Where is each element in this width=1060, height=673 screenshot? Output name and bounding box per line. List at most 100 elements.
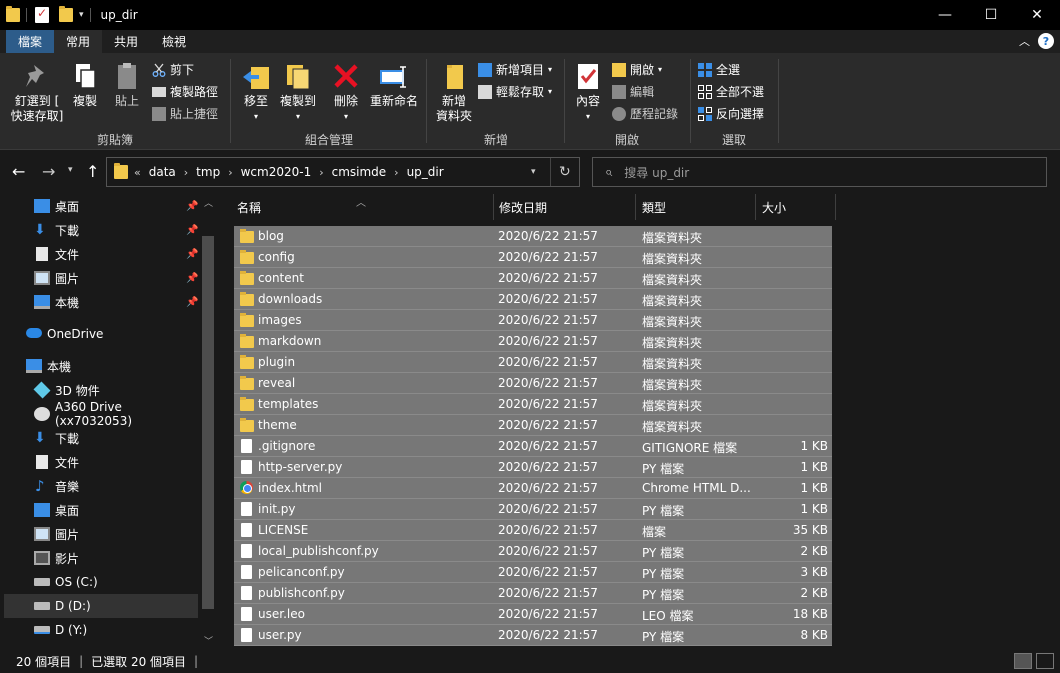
tab-view[interactable]: 檢視	[150, 30, 198, 53]
scroll-down-icon[interactable]: ﹀	[204, 634, 213, 647]
nav-item-this-pc-quick[interactable]: 本機 📌	[0, 290, 200, 314]
address-bar[interactable]: « data › tmp › wcm2020-1 › cmsimde › up_…	[106, 157, 580, 187]
breadcrumb-wcm2020-1[interactable]: wcm2020-1	[241, 165, 312, 179]
chevron-down-icon[interactable]: ▾	[531, 167, 536, 177]
file-row[interactable]: .gitignore 2020/6/22 21:57 GITIGNORE 檔案 1 K…	[234, 436, 832, 457]
file-row[interactable]: content 2020/6/22 21:57 檔案資料夾	[234, 268, 832, 289]
nav-item-y-drive[interactable]: D (Y:)	[0, 618, 200, 642]
nav-item-downloads-pc[interactable]: ⬇ 下載	[0, 426, 200, 450]
pin-icon[interactable]: 📌	[186, 201, 198, 212]
breadcrumb-separator[interactable]: ›	[394, 166, 398, 179]
pin-icon[interactable]: 📌	[186, 225, 198, 236]
chevron-up-icon[interactable]: ︿	[1019, 33, 1030, 49]
pin-icon[interactable]: 📌	[186, 249, 198, 260]
nav-item-os-c[interactable]: OS (C:)	[0, 570, 200, 594]
new-folder-button[interactable]: 新增 資料夾	[432, 61, 476, 124]
pin-icon[interactable]: 📌	[186, 273, 198, 284]
move-to-button[interactable]: 移至 ▾	[238, 61, 274, 124]
file-row[interactable]: user.py 2020/6/22 21:57 PY 檔案 8 KB	[234, 625, 832, 646]
file-row[interactable]: theme 2020/6/22 21:57 檔案資料夾	[234, 415, 832, 436]
paste-button[interactable]: 貼上	[108, 61, 146, 109]
file-row[interactable]: publishconf.py 2020/6/22 21:57 PY 檔案 2 KB	[234, 583, 832, 604]
new-item-button[interactable]: 新增項目 ▾	[478, 61, 552, 78]
easy-access-button[interactable]: 輕鬆存取 ▾	[478, 83, 552, 100]
copy-button[interactable]: 複製	[68, 61, 102, 109]
select-all-button[interactable]: 全選	[698, 61, 740, 78]
file-row[interactable]: LICENSE 2020/6/22 21:57 檔案 35 KB	[234, 520, 832, 541]
column-modified[interactable]: 修改日期	[494, 194, 636, 220]
column-type[interactable]: 類型	[636, 194, 756, 220]
nav-item-documents[interactable]: 文件 📌	[0, 242, 200, 266]
file-row[interactable]: images 2020/6/22 21:57 檔案資料夾	[234, 310, 832, 331]
file-row[interactable]: reveal 2020/6/22 21:57 檔案資料夾	[234, 373, 832, 394]
file-row[interactable]: downloads 2020/6/22 21:57 檔案資料夾	[234, 289, 832, 310]
copy-to-button[interactable]: 複製到 ▾	[276, 61, 320, 124]
nav-scrollbar-thumb[interactable]	[202, 236, 214, 609]
breadcrumb-tmp[interactable]: tmp	[196, 165, 220, 179]
pin-quick-access-button[interactable]: 釘選到 [ 快速存取]	[8, 61, 66, 124]
breadcrumb-overflow[interactable]: «	[134, 166, 141, 179]
nav-item-onedrive[interactable]: OneDrive	[0, 322, 200, 346]
file-row[interactable]: markdown 2020/6/22 21:57 檔案資料夾	[234, 331, 832, 352]
file-row[interactable]: plugin 2020/6/22 21:57 檔案資料夾	[234, 352, 832, 373]
select-none-button[interactable]: 全部不選	[698, 83, 764, 100]
breadcrumb-data[interactable]: data	[149, 165, 176, 179]
breadcrumb-separator[interactable]: ›	[184, 166, 188, 179]
nav-item-desktop-pc[interactable]: 桌面	[0, 498, 200, 522]
scroll-up-icon[interactable]: ︿	[204, 196, 213, 209]
nav-item-3d-objects[interactable]: 3D 物件	[0, 378, 200, 402]
file-row[interactable]: init.py 2020/6/22 21:57 PY 檔案 1 KB	[234, 499, 832, 520]
back-arrow-icon[interactable]: ←	[12, 162, 25, 181]
tab-file[interactable]: 檔案	[6, 30, 55, 53]
maximize-button[interactable]: ☐	[968, 0, 1014, 30]
nav-item-music[interactable]: ♪ 音樂	[0, 474, 200, 498]
column-size[interactable]: 大小	[756, 194, 836, 220]
folder-icon[interactable]	[6, 6, 20, 22]
breadcrumb-up-dir[interactable]: up_dir	[407, 165, 444, 179]
minimize-button[interactable]: —	[922, 0, 968, 30]
help-icon[interactable]: ?	[1038, 33, 1054, 49]
nav-item-downloads[interactable]: ⬇ 下載 📌	[0, 218, 200, 242]
nav-item-pictures[interactable]: 圖片 📌	[0, 266, 200, 290]
refresh-icon[interactable]: ↻	[559, 164, 571, 180]
history-button[interactable]: 歷程記錄	[612, 105, 678, 122]
cut-button[interactable]: 剪下	[152, 61, 194, 78]
nav-item-a360-drive[interactable]: A360 Drive (xx7032053)	[0, 400, 200, 428]
nav-item-desktop[interactable]: 桌面 📌	[0, 194, 200, 218]
copy-path-button[interactable]: 複製路徑	[152, 83, 218, 100]
large-icons-view-button[interactable]	[1036, 653, 1054, 669]
recent-locations-chevron-icon[interactable]: ▾	[68, 165, 73, 175]
chevron-down-icon[interactable]: ▾	[79, 10, 84, 20]
tab-share[interactable]: 共用	[102, 30, 150, 53]
breadcrumb-separator[interactable]: ›	[228, 166, 232, 179]
forward-arrow-icon[interactable]: →	[42, 162, 55, 181]
file-row[interactable]: pelicanconf.py 2020/6/22 21:57 PY 檔案 3 KB	[234, 562, 832, 583]
paste-shortcut-button[interactable]: 貼上捷徑	[152, 105, 218, 122]
file-row[interactable]: blog 2020/6/22 21:57 檔案資料夾	[234, 226, 832, 247]
file-row[interactable]: templates 2020/6/22 21:57 檔案資料夾	[234, 394, 832, 415]
nav-item-pictures-pc[interactable]: 圖片	[0, 522, 200, 546]
file-row[interactable]: user.leo 2020/6/22 21:57 LEO 檔案 18 KB	[234, 604, 832, 625]
invert-selection-button[interactable]: 反向選擇	[698, 105, 764, 122]
rename-button[interactable]: 重新命名	[368, 61, 420, 109]
tab-home[interactable]: 常用	[54, 30, 103, 53]
file-row[interactable]: http-server.py 2020/6/22 21:57 PY 檔案 1 KB	[234, 457, 832, 478]
file-row[interactable]: local_publishconf.py 2020/6/22 21:57 PY 檔案…	[234, 541, 832, 562]
properties-quick-icon[interactable]	[35, 6, 49, 23]
close-button[interactable]: ✕	[1014, 0, 1060, 30]
file-row[interactable]: config 2020/6/22 21:57 檔案資料夾	[234, 247, 832, 268]
pin-icon[interactable]: 📌	[186, 297, 198, 308]
delete-button[interactable]: 刪除 ▾	[330, 61, 362, 124]
up-arrow-icon[interactable]: ↑	[86, 162, 99, 181]
details-view-button[interactable]	[1014, 653, 1032, 669]
breadcrumb-cmsimde[interactable]: cmsimde	[332, 165, 387, 179]
properties-button[interactable]: 內容 ▾	[570, 61, 606, 124]
search-input[interactable]: ⌕ 搜尋 up_dir	[592, 157, 1047, 187]
nav-item-videos[interactable]: 影片	[0, 546, 200, 570]
breadcrumb-separator[interactable]: ›	[319, 166, 323, 179]
nav-item-this-pc[interactable]: 本機	[0, 354, 200, 378]
new-folder-quick-icon[interactable]	[59, 6, 73, 22]
nav-item-documents-pc[interactable]: 文件	[0, 450, 200, 474]
file-row[interactable]: index.html 2020/6/22 21:57 Chrome HTML D..…	[234, 478, 832, 499]
nav-item-d-drive[interactable]: D (D:)	[4, 594, 198, 618]
